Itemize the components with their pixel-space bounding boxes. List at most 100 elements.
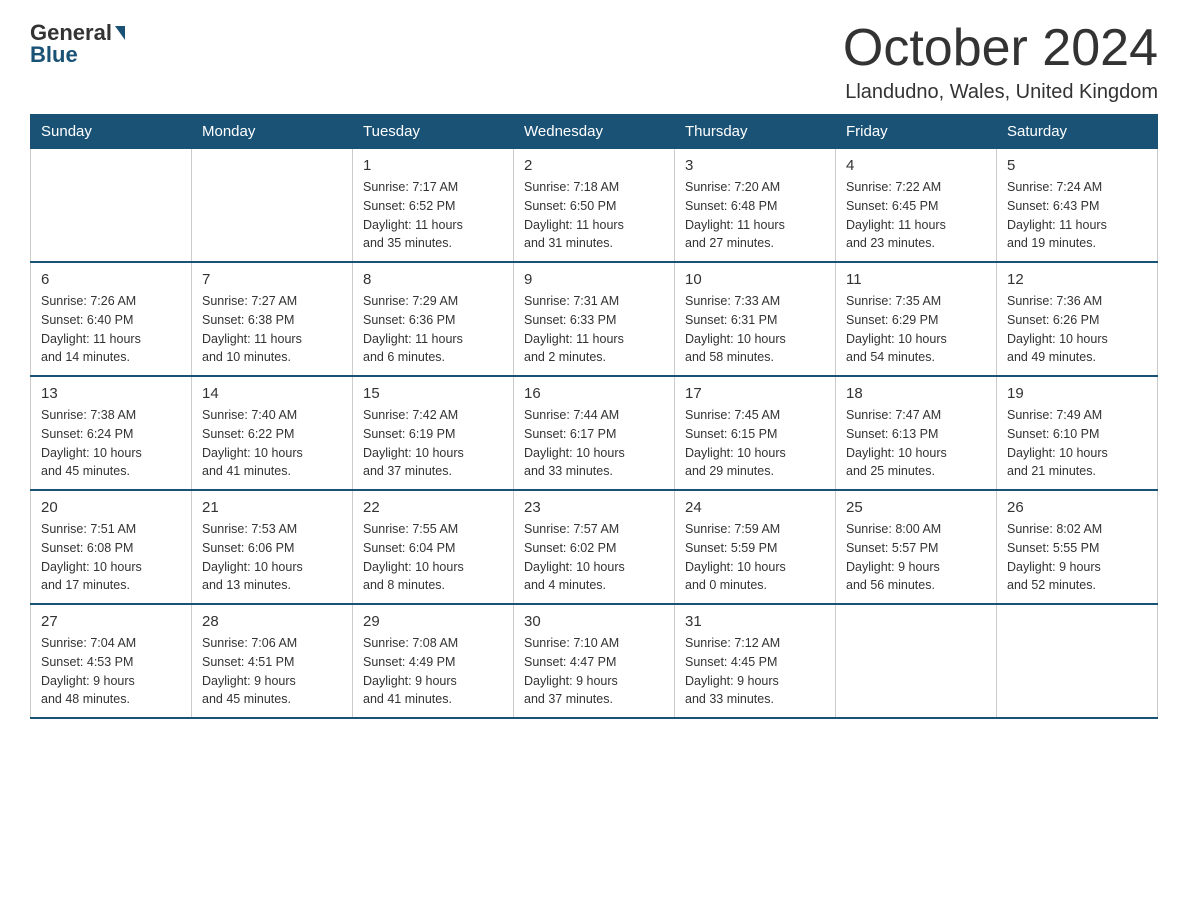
day-number: 20 xyxy=(41,499,181,516)
calendar-week-row: 6Sunrise: 7:26 AMSunset: 6:40 PMDaylight… xyxy=(31,262,1158,376)
day-number: 16 xyxy=(524,385,664,402)
day-of-week-header: Tuesday xyxy=(353,115,514,149)
days-of-week-row: SundayMondayTuesdayWednesdayThursdayFrid… xyxy=(31,115,1158,149)
day-info: Sunrise: 7:18 AMSunset: 6:50 PMDaylight:… xyxy=(524,178,664,253)
day-number: 27 xyxy=(41,613,181,630)
calendar-cell: 3 Sunrise: 7:20 AMSunset: 6:48 PMDaylight… xyxy=(675,149,836,263)
day-of-week-header: Wednesday xyxy=(514,115,675,149)
day-info: Sunrise: 7:10 AMSunset: 4:47 PMDaylight:… xyxy=(524,634,664,709)
calendar-cell: 31 Sunrise: 7:12 AMSunset: 4:45 PMDayligh… xyxy=(675,604,836,718)
day-number: 13 xyxy=(41,385,181,402)
day-info: Sunrise: 7:12 AMSunset: 4:45 PMDaylight:… xyxy=(685,634,825,709)
day-number: 5 xyxy=(1007,157,1147,174)
day-number: 10 xyxy=(685,271,825,288)
logo: General Blue xyxy=(30,20,125,68)
day-number: 30 xyxy=(524,613,664,630)
calendar-body: 1Sunrise: 7:17 AMSunset: 6:52 PMDaylight… xyxy=(31,149,1158,719)
day-info: Sunrise: 7:26 AMSunset: 6:40 PMDaylight:… xyxy=(41,292,181,367)
day-info: Sunrise: 7:33 AMSunset: 6:31 PMDaylight:… xyxy=(685,292,825,367)
day-number: 2 xyxy=(524,157,664,174)
calendar-week-row: 13Sunrise: 7:38 AMSunset: 6:24 PMDayligh… xyxy=(31,376,1158,490)
day-number: 12 xyxy=(1007,271,1147,288)
day-info: Sunrise: 7:51 AMSunset: 6:08 PMDaylight:… xyxy=(41,520,181,595)
calendar-header: SundayMondayTuesdayWednesdayThursdayFrid… xyxy=(31,115,1158,149)
day-info: Sunrise: 7:36 AMSunset: 6:26 PMDaylight:… xyxy=(1007,292,1147,367)
day-info: Sunrise: 7:06 AMSunset: 4:51 PMDaylight:… xyxy=(202,634,342,709)
day-number: 26 xyxy=(1007,499,1147,516)
calendar-cell: 21 Sunrise: 7:53 AMSunset: 6:06 PMDayligh… xyxy=(192,490,353,604)
calendar-cell: 5Sunrise: 7:24 AMSunset: 6:43 PMDaylight… xyxy=(997,149,1158,263)
calendar-cell: 22 Sunrise: 7:55 AMSunset: 6:04 PMDayligh… xyxy=(353,490,514,604)
day-of-week-header: Thursday xyxy=(675,115,836,149)
day-info: Sunrise: 8:02 AMSunset: 5:55 PMDaylight:… xyxy=(1007,520,1147,595)
day-number: 15 xyxy=(363,385,503,402)
title-section: October 2024 Llandudno, Wales, United Ki… xyxy=(843,20,1158,104)
calendar-cell: 14 Sunrise: 7:40 AMSunset: 6:22 PMDayligh… xyxy=(192,376,353,490)
day-of-week-header: Saturday xyxy=(997,115,1158,149)
day-number: 7 xyxy=(202,271,342,288)
day-of-week-header: Friday xyxy=(836,115,997,149)
page-header: General Blue October 2024 Llandudno, Wal… xyxy=(30,20,1158,104)
day-info: Sunrise: 7:27 AMSunset: 6:38 PMDaylight:… xyxy=(202,292,342,367)
calendar-cell: 27 Sunrise: 7:04 AMSunset: 4:53 PMDayligh… xyxy=(31,604,192,718)
day-info: Sunrise: 7:31 AMSunset: 6:33 PMDaylight:… xyxy=(524,292,664,367)
calendar-cell: 24 Sunrise: 7:59 AMSunset: 5:59 PMDayligh… xyxy=(675,490,836,604)
location: Llandudno, Wales, United Kingdom xyxy=(843,81,1158,104)
day-info: Sunrise: 7:40 AMSunset: 6:22 PMDaylight:… xyxy=(202,406,342,481)
day-number: 31 xyxy=(685,613,825,630)
calendar-cell: 10 Sunrise: 7:33 AMSunset: 6:31 PMDayligh… xyxy=(675,262,836,376)
calendar-cell: 19Sunrise: 7:49 AMSunset: 6:10 PMDayligh… xyxy=(997,376,1158,490)
calendar-cell: 15 Sunrise: 7:42 AMSunset: 6:19 PMDayligh… xyxy=(353,376,514,490)
calendar-cell: 16 Sunrise: 7:44 AMSunset: 6:17 PMDayligh… xyxy=(514,376,675,490)
calendar-cell: 20 Sunrise: 7:51 AMSunset: 6:08 PMDayligh… xyxy=(31,490,192,604)
day-number: 24 xyxy=(685,499,825,516)
day-number: 22 xyxy=(363,499,503,516)
calendar-cell: 7 Sunrise: 7:27 AMSunset: 6:38 PMDaylight… xyxy=(192,262,353,376)
day-of-week-header: Sunday xyxy=(31,115,192,149)
day-info: Sunrise: 7:04 AMSunset: 4:53 PMDaylight:… xyxy=(41,634,181,709)
logo-arrow-icon xyxy=(115,26,125,40)
day-info: Sunrise: 7:45 AMSunset: 6:15 PMDaylight:… xyxy=(685,406,825,481)
calendar-cell: 12 Sunrise: 7:36 AMSunset: 6:26 PMDayligh… xyxy=(997,262,1158,376)
day-info: Sunrise: 8:00 AMSunset: 5:57 PMDaylight:… xyxy=(846,520,986,595)
day-number: 21 xyxy=(202,499,342,516)
calendar-cell: 11Sunrise: 7:35 AMSunset: 6:29 PMDayligh… xyxy=(836,262,997,376)
day-info: Sunrise: 7:29 AMSunset: 6:36 PMDaylight:… xyxy=(363,292,503,367)
day-info: Sunrise: 7:47 AMSunset: 6:13 PMDaylight:… xyxy=(846,406,986,481)
day-of-week-header: Monday xyxy=(192,115,353,149)
calendar-cell: 17 Sunrise: 7:45 AMSunset: 6:15 PMDayligh… xyxy=(675,376,836,490)
day-info: Sunrise: 7:44 AMSunset: 6:17 PMDaylight:… xyxy=(524,406,664,481)
calendar-cell: 29Sunrise: 7:08 AMSunset: 4:49 PMDayligh… xyxy=(353,604,514,718)
calendar-cell: 28 Sunrise: 7:06 AMSunset: 4:51 PMDayligh… xyxy=(192,604,353,718)
day-number: 14 xyxy=(202,385,342,402)
day-number: 23 xyxy=(524,499,664,516)
day-number: 3 xyxy=(685,157,825,174)
day-number: 29 xyxy=(363,613,503,630)
day-info: Sunrise: 7:55 AMSunset: 6:04 PMDaylight:… xyxy=(363,520,503,595)
calendar-cell: 9 Sunrise: 7:31 AMSunset: 6:33 PMDaylight… xyxy=(514,262,675,376)
calendar-table: SundayMondayTuesdayWednesdayThursdayFrid… xyxy=(30,114,1158,719)
calendar-cell: 18Sunrise: 7:47 AMSunset: 6:13 PMDayligh… xyxy=(836,376,997,490)
day-number: 25 xyxy=(846,499,986,516)
calendar-cell xyxy=(997,604,1158,718)
day-info: Sunrise: 7:42 AMSunset: 6:19 PMDaylight:… xyxy=(363,406,503,481)
day-info: Sunrise: 7:59 AMSunset: 5:59 PMDaylight:… xyxy=(685,520,825,595)
calendar-cell: 26 Sunrise: 8:02 AMSunset: 5:55 PMDayligh… xyxy=(997,490,1158,604)
day-number: 19 xyxy=(1007,385,1147,402)
day-info: Sunrise: 7:53 AMSunset: 6:06 PMDaylight:… xyxy=(202,520,342,595)
day-number: 1 xyxy=(363,157,503,174)
day-number: 17 xyxy=(685,385,825,402)
calendar-week-row: 1Sunrise: 7:17 AMSunset: 6:52 PMDaylight… xyxy=(31,149,1158,263)
calendar-cell: 2 Sunrise: 7:18 AMSunset: 6:50 PMDaylight… xyxy=(514,149,675,263)
day-number: 11 xyxy=(846,271,986,288)
calendar-cell xyxy=(836,604,997,718)
day-info: Sunrise: 7:22 AMSunset: 6:45 PMDaylight:… xyxy=(846,178,986,253)
calendar-week-row: 20 Sunrise: 7:51 AMSunset: 6:08 PMDayligh… xyxy=(31,490,1158,604)
day-number: 28 xyxy=(202,613,342,630)
calendar-cell: 8Sunrise: 7:29 AMSunset: 6:36 PMDaylight… xyxy=(353,262,514,376)
day-number: 4 xyxy=(846,157,986,174)
calendar-cell: 23 Sunrise: 7:57 AMSunset: 6:02 PMDayligh… xyxy=(514,490,675,604)
day-info: Sunrise: 7:20 AMSunset: 6:48 PMDaylight:… xyxy=(685,178,825,253)
day-info: Sunrise: 7:57 AMSunset: 6:02 PMDaylight:… xyxy=(524,520,664,595)
day-number: 9 xyxy=(524,271,664,288)
